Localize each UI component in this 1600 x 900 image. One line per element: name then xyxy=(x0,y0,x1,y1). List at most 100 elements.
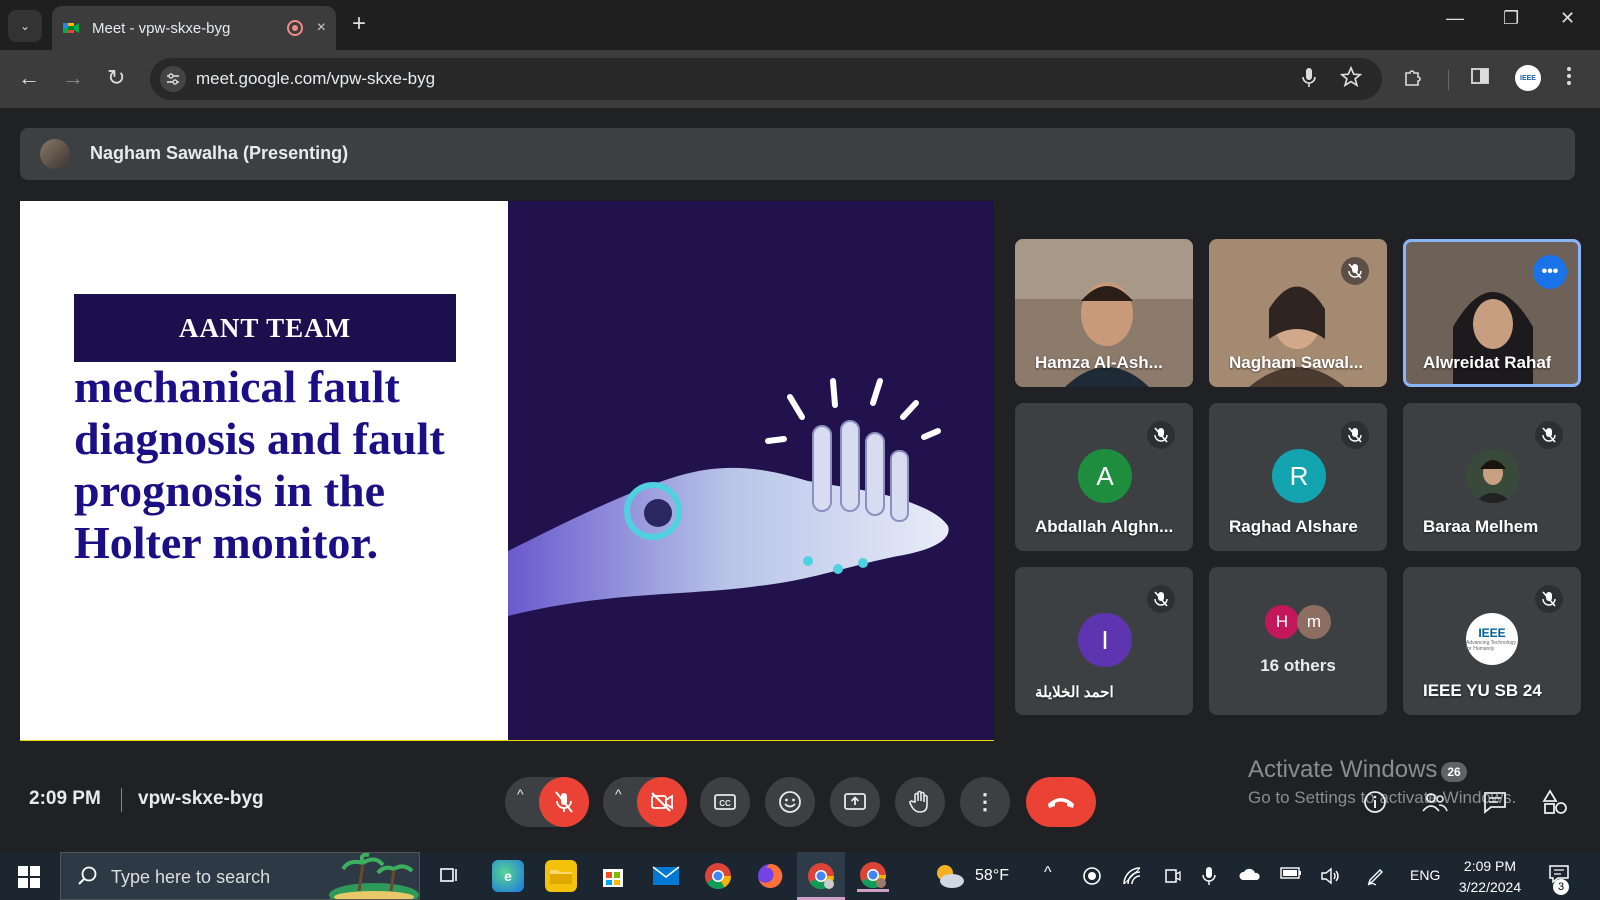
participant-tile[interactable]: IEEE Advancing Technology for Humanity I… xyxy=(1403,567,1581,715)
windows-start-icon[interactable] xyxy=(18,866,40,888)
reload-button[interactable]: ↻ xyxy=(107,64,125,92)
camera-toggle-button[interactable] xyxy=(637,777,687,827)
ieee-logo: IEEE Advancing Technology for Humanity xyxy=(1466,613,1518,665)
participant-tile[interactable]: R Raghad Alshare xyxy=(1209,403,1387,551)
mic-muted-icon xyxy=(1147,421,1175,449)
people-button[interactable] xyxy=(1420,788,1450,816)
more-options-button[interactable]: ⋮ xyxy=(960,777,1010,827)
participant-tile-active[interactable]: ••• Alwreidat Rahaf xyxy=(1403,239,1581,387)
presenter-banner: Nagham Sawalha (Presenting) xyxy=(20,128,1575,180)
firefox-icon[interactable] xyxy=(754,860,786,892)
edge-icon[interactable]: e xyxy=(492,860,524,892)
people-icon xyxy=(1422,793,1448,812)
chrome-profile-window-icon[interactable] xyxy=(857,860,889,892)
chat-button[interactable] xyxy=(1480,788,1510,816)
url-text[interactable]: meet.google.com/vpw-skxe-byg xyxy=(196,69,435,89)
participant-avatar: A xyxy=(1078,449,1132,503)
minimize-window-button[interactable]: — xyxy=(1446,8,1464,29)
mic-muted-icon xyxy=(1341,421,1369,449)
participant-name: Nagham Sawal... xyxy=(1229,353,1364,372)
google-meet-favicon-icon xyxy=(63,23,79,33)
slide-accent-bar xyxy=(20,740,994,741)
search-highlight-illustration-icon xyxy=(319,853,419,899)
forward-button[interactable]: → xyxy=(62,64,84,92)
meeting-details-button[interactable] xyxy=(1360,788,1390,816)
onedrive-cloud-icon[interactable] xyxy=(1238,866,1262,887)
pen-ink-icon[interactable] xyxy=(1366,866,1386,891)
chrome-meet-window-icon[interactable] xyxy=(805,860,837,892)
meet-now-icon[interactable] xyxy=(1162,866,1182,891)
chrome-icon[interactable] xyxy=(702,860,734,892)
close-tab-icon[interactable]: × xyxy=(317,19,326,37)
tab-search-button[interactable]: ⌄ xyxy=(8,10,42,42)
captions-button[interactable]: CC xyxy=(700,777,750,827)
microsoft-store-icon[interactable] xyxy=(597,860,629,892)
leave-call-button[interactable] xyxy=(1026,777,1096,827)
participant-name: IEEE YU SB 24 xyxy=(1423,681,1542,700)
microphone-tray-icon[interactable] xyxy=(1202,866,1216,891)
taskbar-clock-date[interactable]: 3/22/2024 xyxy=(1453,879,1527,895)
participant-tile[interactable]: I احمد الخلايلة xyxy=(1015,567,1193,715)
input-language[interactable]: ENG xyxy=(1410,867,1440,883)
windows-taskbar: Type here to search e 58°F ^ ENG 2:09 PM… xyxy=(0,852,1600,900)
participant-tile[interactable]: A Abdallah Alghn... xyxy=(1015,403,1193,551)
people-count-badge: 26 xyxy=(1441,762,1467,782)
browser-toolbar: ← → ↻ meet.google.com/vpw-skxe-byg IEEE xyxy=(0,50,1600,108)
weather-temperature[interactable]: 58°F xyxy=(975,867,1009,885)
present-screen-button[interactable] xyxy=(830,777,880,827)
participant-name: Alwreidat Rahaf xyxy=(1423,353,1552,372)
toolbar-divider xyxy=(1448,70,1449,90)
mail-icon[interactable] xyxy=(650,860,682,892)
participant-tile[interactable]: Baraa Melhem xyxy=(1403,403,1581,551)
participant-tile[interactable]: Nagham Sawal... xyxy=(1209,239,1387,387)
mic-muted-icon xyxy=(1535,421,1563,449)
raise-hand-button[interactable] xyxy=(895,777,945,827)
more-menu-icon[interactable] xyxy=(1566,66,1572,92)
taskbar-search-box[interactable]: Type here to search xyxy=(60,852,420,900)
mic-muted-icon xyxy=(1535,585,1563,613)
search-icon xyxy=(78,866,97,885)
meeting-time: 2:09 PM xyxy=(29,788,101,809)
file-explorer-icon[interactable] xyxy=(545,860,577,892)
present-screen-icon xyxy=(844,793,866,810)
browser-tab-meet[interactable]: Meet - vpw-skxe-byg × xyxy=(52,6,336,50)
microphone-toggle-button[interactable] xyxy=(539,777,589,827)
address-bar[interactable]: meet.google.com/vpw-skxe-byg xyxy=(150,58,1382,100)
bookmark-star-icon[interactable] xyxy=(1339,65,1363,93)
participant-avatar: H xyxy=(1265,605,1299,639)
profile-label: IEEE xyxy=(1520,74,1536,82)
close-window-button[interactable]: ✕ xyxy=(1560,8,1575,29)
audio-options-chevron-icon[interactable]: ^ xyxy=(517,786,524,802)
meeting-info-divider xyxy=(121,788,122,812)
svg-text:CC: CC xyxy=(719,799,731,808)
task-view-icon[interactable] xyxy=(438,864,460,891)
others-tile[interactable]: H m 16 others xyxy=(1209,567,1387,715)
back-button[interactable]: ← xyxy=(18,64,40,92)
extensions-icon[interactable] xyxy=(1403,66,1425,94)
participant-avatar: I xyxy=(1078,613,1132,667)
volume-icon[interactable] xyxy=(1320,866,1342,891)
battery-icon[interactable] xyxy=(1280,866,1302,885)
microphone-icon[interactable] xyxy=(1302,67,1316,94)
mic-muted-icon xyxy=(1341,257,1369,285)
more-options-icon[interactable]: ••• xyxy=(1533,255,1567,289)
weather-icon[interactable] xyxy=(932,862,966,895)
participant-tile[interactable]: Hamza Al-Ash... xyxy=(1015,239,1193,387)
network-icon[interactable] xyxy=(1122,866,1142,891)
side-panel-icon[interactable] xyxy=(1470,66,1490,92)
site-info-icon[interactable] xyxy=(160,66,186,92)
captions-icon: CC xyxy=(714,794,736,810)
record-status-icon[interactable] xyxy=(1082,866,1102,891)
restore-window-button[interactable]: ❐ xyxy=(1503,8,1519,29)
activities-button[interactable] xyxy=(1540,788,1570,816)
show-hidden-icons-chevron-icon[interactable]: ^ xyxy=(1044,864,1052,882)
taskbar-clock-time[interactable]: 2:09 PM xyxy=(1460,858,1520,874)
chevron-down-icon: ⌄ xyxy=(19,19,31,33)
profile-avatar[interactable]: IEEE xyxy=(1515,65,1541,91)
slide-heading: mechanical fault diagnosis and fault pro… xyxy=(74,361,445,568)
reactions-button[interactable] xyxy=(765,777,815,827)
new-tab-button[interactable]: + xyxy=(352,10,366,38)
notification-count-badge: 3 xyxy=(1553,879,1569,895)
participant-name: Hamza Al-Ash... xyxy=(1035,353,1163,372)
video-options-chevron-icon[interactable]: ^ xyxy=(615,786,622,802)
